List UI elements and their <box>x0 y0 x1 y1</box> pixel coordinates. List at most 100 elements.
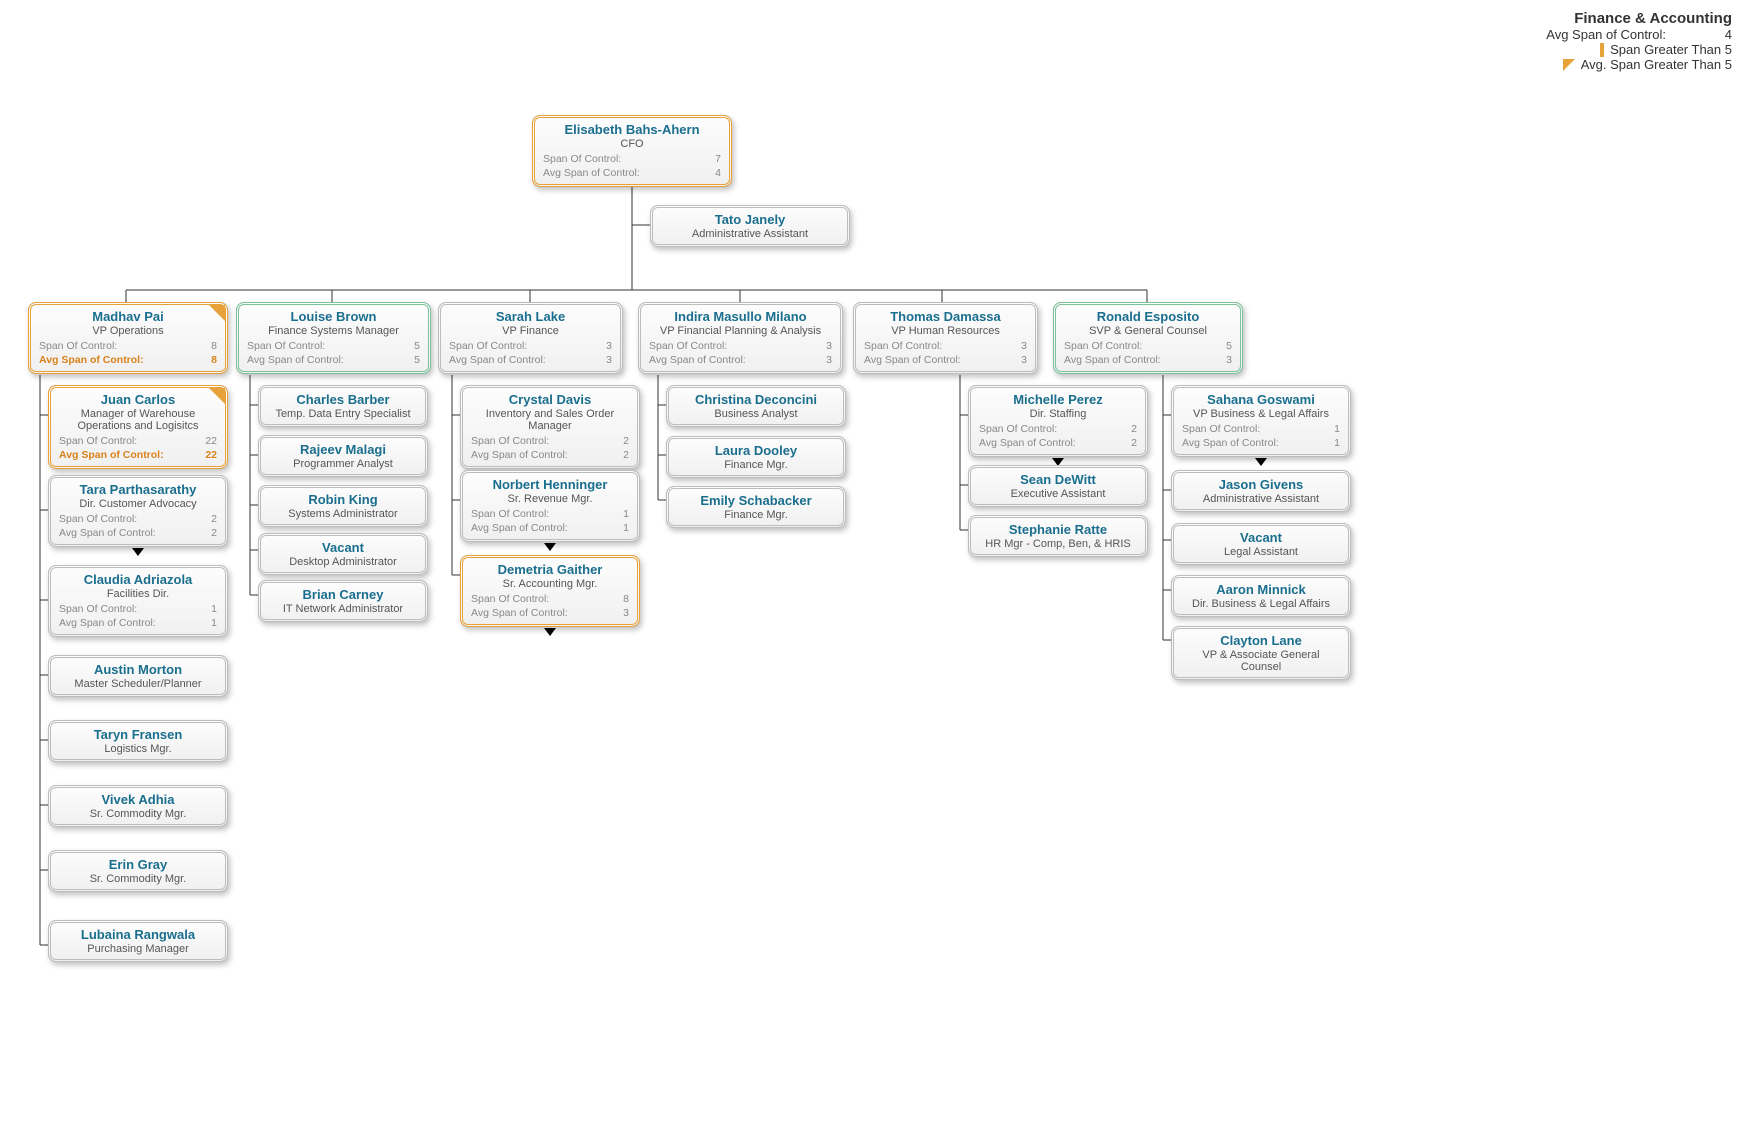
expand-arrow-icon[interactable] <box>132 548 144 556</box>
node-stephanie[interactable]: Stephanie Ratte HR Mgr - Comp, Ben, & HR… <box>968 515 1148 557</box>
node-title: Sr. Commodity Mgr. <box>59 873 217 885</box>
node-name: Thomas Damassa <box>864 309 1027 324</box>
node-title: Legal Assistant <box>1182 546 1340 558</box>
node-stats: Span Of Control:3 Avg Span of Control:3 <box>649 340 832 367</box>
node-name: Emily Schabacker <box>677 493 835 508</box>
node-name: Robin King <box>269 492 417 507</box>
node-sean[interactable]: Sean DeWitt Executive Assistant <box>968 465 1148 507</box>
node-indira[interactable]: Indira Masullo Milano VP Financial Plann… <box>638 302 843 374</box>
corner-triangle-icon <box>209 305 225 321</box>
node-name: Juan Carlos <box>59 392 217 407</box>
node-stats: Span Of Control:5 Avg Span of Control:3 <box>1064 340 1232 367</box>
node-erin[interactable]: Erin Gray Sr. Commodity Mgr. <box>48 850 228 892</box>
node-title: VP Human Resources <box>864 325 1027 337</box>
node-stats: Span Of Control:1 Avg Span of Control:1 <box>59 603 217 630</box>
node-vacant1[interactable]: Vacant Desktop Administrator <box>258 533 428 575</box>
node-title: VP Financial Planning & Analysis <box>649 325 832 337</box>
node-title: Finance Mgr. <box>677 459 835 471</box>
node-clayton[interactable]: Clayton Lane VP & Associate General Coun… <box>1171 626 1351 680</box>
node-demetria[interactable]: Demetria Gaither Sr. Accounting Mgr. Spa… <box>460 555 640 627</box>
node-tara[interactable]: Tara Parthasarathy Dir. Customer Advocac… <box>48 475 228 547</box>
node-brian[interactable]: Brian Carney IT Network Administrator <box>258 580 428 622</box>
node-title: VP Business & Legal Affairs <box>1182 408 1340 420</box>
corner-triangle-icon <box>209 388 225 404</box>
node-juan[interactable]: Juan Carlos Manager of Warehouse Operati… <box>48 385 228 469</box>
node-aaron[interactable]: Aaron Minnick Dir. Business & Legal Affa… <box>1171 575 1351 617</box>
node-name: Indira Masullo Milano <box>649 309 832 324</box>
node-title: SVP & General Counsel <box>1064 325 1232 337</box>
node-title: Master Scheduler/Planner <box>59 678 217 690</box>
node-charles[interactable]: Charles Barber Temp. Data Entry Speciali… <box>258 385 428 427</box>
node-title: Administrative Assistant <box>661 228 839 240</box>
node-name: Clayton Lane <box>1182 633 1340 648</box>
node-name: Taryn Fransen <box>59 727 217 742</box>
node-sarah[interactable]: Sarah Lake VP Finance Span Of Control:3 … <box>438 302 623 374</box>
node-name: Laura Dooley <box>677 443 835 458</box>
node-cfo[interactable]: Elisabeth Bahs-Ahern CFO Span Of Control… <box>532 115 732 187</box>
node-name: Vivek Adhia <box>59 792 217 807</box>
node-claudia[interactable]: Claudia Adriazola Facilities Dir. Span O… <box>48 565 228 637</box>
node-robin[interactable]: Robin King Systems Administrator <box>258 485 428 527</box>
node-name: Charles Barber <box>269 392 417 407</box>
node-stats: Span Of Control:8 Avg Span of Control:8 <box>39 340 217 367</box>
node-thomas[interactable]: Thomas Damassa VP Human Resources Span O… <box>853 302 1038 374</box>
node-taryn[interactable]: Taryn Fransen Logistics Mgr. <box>48 720 228 762</box>
node-name: Sarah Lake <box>449 309 612 324</box>
node-emily[interactable]: Emily Schabacker Finance Mgr. <box>666 486 846 528</box>
node-sahana[interactable]: Sahana Goswami VP Business & Legal Affai… <box>1171 385 1351 457</box>
node-title: Sr. Accounting Mgr. <box>471 578 629 590</box>
node-title: Dir. Business & Legal Affairs <box>1182 598 1340 610</box>
node-crystal[interactable]: Crystal Davis Inventory and Sales Order … <box>460 385 640 469</box>
node-name: Elisabeth Bahs-Ahern <box>543 122 721 137</box>
node-stats: Span Of Control:1 Avg Span of Control:1 <box>1182 423 1340 450</box>
node-name: Brian Carney <box>269 587 417 602</box>
node-austin[interactable]: Austin Morton Master Scheduler/Planner <box>48 655 228 697</box>
node-name: Jason Givens <box>1182 477 1340 492</box>
node-vivek[interactable]: Vivek Adhia Sr. Commodity Mgr. <box>48 785 228 827</box>
legend-avg-gt5: Avg. Span Greater Than 5 <box>1546 57 1732 72</box>
node-title: CFO <box>543 138 721 150</box>
node-name: Aaron Minnick <box>1182 582 1340 597</box>
node-name: Demetria Gaither <box>471 562 629 577</box>
node-title: Systems Administrator <box>269 508 417 520</box>
node-vacant2[interactable]: Vacant Legal Assistant <box>1171 523 1351 565</box>
node-stats: Span Of Control:3 Avg Span of Control:3 <box>449 340 612 367</box>
expand-arrow-icon[interactable] <box>1255 458 1267 466</box>
node-name: Rajeev Malagi <box>269 442 417 457</box>
orange-triangle-icon <box>1563 59 1575 71</box>
node-title: Logistics Mgr. <box>59 743 217 755</box>
node-stats: Span Of Control:5 Avg Span of Control:5 <box>247 340 420 367</box>
node-stats: Span Of Control:7 Avg Span of Control:4 <box>543 153 721 180</box>
node-lubaina[interactable]: Lubaina Rangwala Purchasing Manager <box>48 920 228 962</box>
expand-arrow-icon[interactable] <box>544 628 556 636</box>
node-louise[interactable]: Louise Brown Finance Systems Manager Spa… <box>236 302 431 374</box>
node-title: Sr. Revenue Mgr. <box>471 493 629 505</box>
node-stats: Span Of Control:3 Avg Span of Control:3 <box>864 340 1027 367</box>
node-christina[interactable]: Christina Deconcini Business Analyst <box>666 385 846 427</box>
node-laura[interactable]: Laura Dooley Finance Mgr. <box>666 436 846 478</box>
node-norbert[interactable]: Norbert Henninger Sr. Revenue Mgr. Span … <box>460 470 640 542</box>
node-rajeev[interactable]: Rajeev Malagi Programmer Analyst <box>258 435 428 477</box>
node-name: Louise Brown <box>247 309 420 324</box>
node-name: Tara Parthasarathy <box>59 482 217 497</box>
node-title: Administrative Assistant <box>1182 493 1340 505</box>
node-name: Christina Deconcini <box>677 392 835 407</box>
node-title: VP Finance <box>449 325 612 337</box>
node-name: Vacant <box>269 540 417 555</box>
legend-title: Finance & Accounting <box>1546 10 1732 27</box>
node-title: Business Analyst <box>677 408 835 420</box>
node-title: Temp. Data Entry Specialist <box>269 408 417 420</box>
node-title: IT Network Administrator <box>269 603 417 615</box>
node-stats: Span Of Control:8 Avg Span of Control:3 <box>471 593 629 620</box>
expand-arrow-icon[interactable] <box>544 543 556 551</box>
node-name: Madhav Pai <box>39 309 217 324</box>
node-stats: Span Of Control:2 Avg Span of Control:2 <box>59 513 217 540</box>
node-ronald[interactable]: Ronald Esposito SVP & General Counsel Sp… <box>1053 302 1243 374</box>
node-tato[interactable]: Tato Janely Administrative Assistant <box>650 205 850 247</box>
node-madhav[interactable]: Madhav Pai VP Operations Span Of Control… <box>28 302 228 374</box>
node-stats: Span Of Control:22 Avg Span of Control:2… <box>59 435 217 462</box>
node-michelle[interactable]: Michelle Perez Dir. Staffing Span Of Con… <box>968 385 1148 457</box>
legend-box: Finance & Accounting Avg Span of Control… <box>1546 10 1732 72</box>
node-title: VP & Associate General Counsel <box>1182 649 1340 673</box>
node-jason[interactable]: Jason Givens Administrative Assistant <box>1171 470 1351 512</box>
